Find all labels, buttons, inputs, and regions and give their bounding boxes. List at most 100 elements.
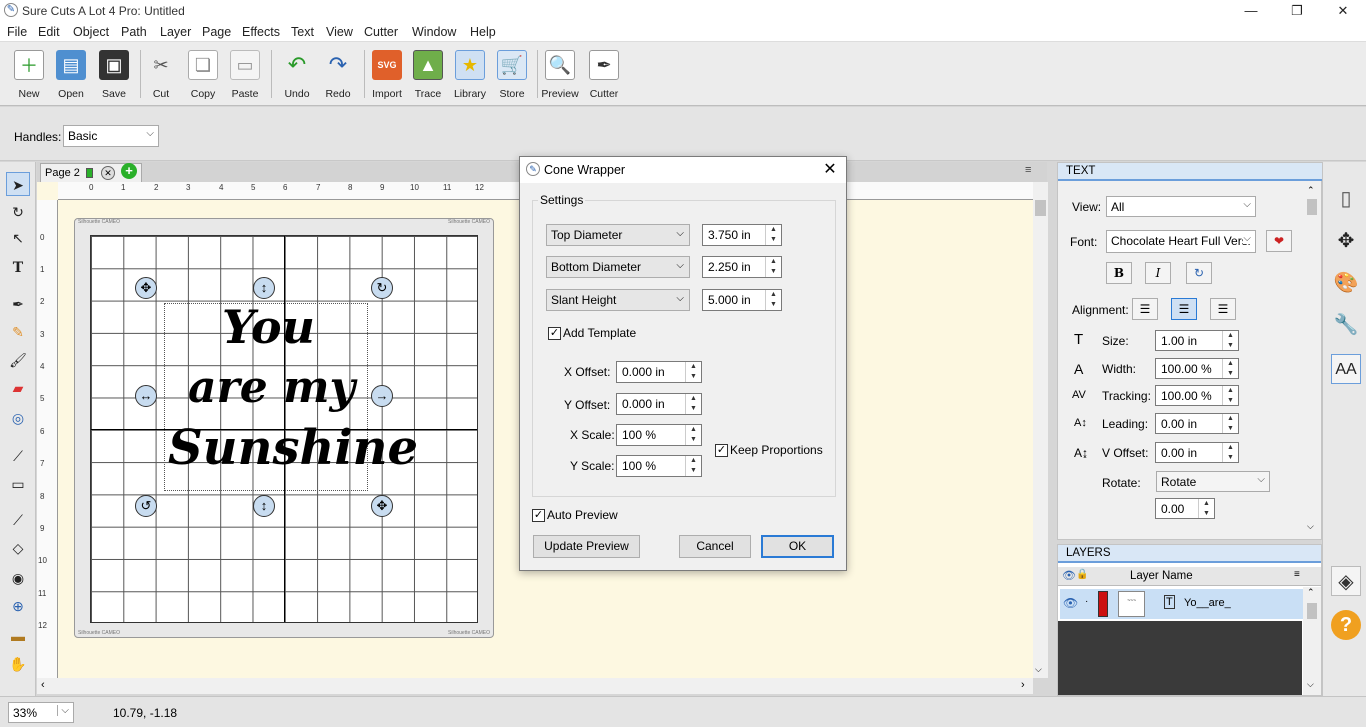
dialog-close-button[interactable]: ✕ [818,159,842,181]
paste-button[interactable]: ▭ Paste [225,50,265,104]
canvas-horizontal-scrollbar[interactable]: ‹ › [37,678,1033,694]
layer-visibility-icon[interactable]: 👁 [1063,596,1078,610]
wrench-icon[interactable]: 🔧 [1331,310,1361,340]
menu-view[interactable]: View [326,25,353,39]
text-panel-icon[interactable]: AA [1331,354,1361,384]
library-button[interactable]: ★ Library [450,50,490,104]
update-preview-button[interactable]: Update Preview [533,535,640,558]
spinner-icon[interactable]: ▲ ▼ [765,290,781,310]
menu-window[interactable]: Window [412,25,456,39]
font-select[interactable]: Chocolate Heart Full Versi ⌵ [1106,230,1256,253]
top-diameter-input[interactable]: 3.750 in ▲ ▼ [702,224,782,246]
select-tool-icon[interactable]: ➤ [6,172,30,196]
favorite-font-button[interactable]: ❤ [1266,230,1292,252]
handles-select[interactable]: Basic ⌵ [63,125,159,147]
refresh-text-button[interactable]: ↻ [1186,262,1212,284]
cut-button[interactable]: ✂ Cut [141,50,181,104]
scale-vertical-handle-icon[interactable]: ↕ [253,495,275,517]
text-panel-scrollbar[interactable]: ⌃ ⌵ [1303,183,1321,537]
view-select[interactable]: All ⌵ [1106,196,1256,217]
align-right-button[interactable]: ☰ [1210,298,1236,320]
new-button[interactable]: ＋ New [9,50,49,104]
menu-effects[interactable]: Effects [242,25,280,39]
preview-button[interactable]: 🔍 Preview [540,50,580,104]
spinner-icon[interactable]: ▲ ▼ [1222,414,1238,433]
close-tab-icon[interactable]: ✕ [101,166,115,180]
leading-input[interactable]: 0.00 in ▲ ▼ [1155,413,1239,434]
menu-edit[interactable]: Edit [38,25,60,39]
polygon-tool-icon[interactable]: ◇ [6,536,30,560]
spinner-icon[interactable]: ▲ ▼ [1222,331,1238,350]
menu-path[interactable]: Path [121,25,147,39]
keep-proportions-checkbox[interactable]: ✓ [715,444,728,457]
zoom-select[interactable]: 33% ⌵ [8,702,74,723]
save-button[interactable]: ▣ Save [94,50,134,104]
menu-file[interactable]: File [7,25,27,39]
scroll-right-icon[interactable]: › [1021,679,1025,691]
bottom-diameter-input[interactable]: 2.250 in ▲ ▼ [702,256,782,278]
italic-button[interactable]: I [1145,262,1171,284]
scroll-thumb[interactable] [1035,200,1046,216]
menu-text[interactable]: Text [291,25,314,39]
tracking-input[interactable]: 100.00 % ▲ ▼ [1155,385,1239,406]
help-icon[interactable]: ? [1331,610,1361,640]
copy-button[interactable]: ❏ Copy [183,50,223,104]
canvas-vertical-scrollbar[interactable]: ⌵ [1033,182,1048,678]
y-scale-input[interactable]: 100 % ▲ ▼ [616,455,702,477]
spinner-icon[interactable]: ▲ ▼ [1222,386,1238,405]
add-template-checkbox[interactable]: ✓ [548,327,561,340]
move-icon[interactable]: ✥ [1331,226,1361,256]
ok-button[interactable]: OK [761,535,834,558]
spinner-icon[interactable]: ▲ ▼ [685,394,701,414]
scroll-down-icon[interactable]: ⌵ [1035,664,1042,675]
knife-tool-icon[interactable]: ⟋ [6,508,30,532]
scroll-up-icon[interactable]: ⌃ [1307,587,1315,598]
shape-tool-icon[interactable]: ◉ [6,566,30,590]
layer-lock-icon[interactable]: · [1085,596,1088,607]
open-button[interactable]: ▤ Open [51,50,91,104]
move-handle-icon[interactable]: ✥ [135,277,157,299]
layers-scrollbar[interactable]: ⌃ ⌵ [1303,587,1321,695]
layers-menu-icon[interactable]: ≡ [1294,569,1300,580]
move-handle-icon[interactable]: ✥ [371,495,393,517]
scroll-left-icon[interactable]: ‹ [41,679,45,691]
spinner-icon[interactable]: ▲ ▼ [1198,499,1214,518]
restore-button[interactable]: ❐ [1274,0,1320,22]
rotate-handle-icon[interactable]: ↻ [371,277,393,299]
v-offset-input[interactable]: 0.00 in ▲ ▼ [1155,442,1239,463]
auto-preview-checkbox[interactable]: ✓ [532,509,545,522]
scale-horizontal-handle-icon[interactable]: ↔ [135,385,157,407]
top-diameter-dropdown[interactable]: Top Diameter ⌵ [546,224,690,246]
align-left-button[interactable]: ☰ [1132,298,1158,320]
node-tool-icon[interactable]: ↖ [6,226,30,250]
trace-button[interactable]: ▲ Trace [408,50,448,104]
spinner-icon[interactable]: ▲ ▼ [685,362,701,382]
rotate-value-input[interactable]: 0.00 ▲ ▼ [1155,498,1215,519]
bottom-diameter-dropdown[interactable]: Bottom Diameter ⌵ [546,256,690,278]
layers-icon[interactable]: ◈ [1331,566,1361,596]
pencil-tool-icon[interactable]: ✎ [6,320,30,344]
hand-tool-icon[interactable]: ✋ [6,652,30,676]
menu-cutter[interactable]: Cutter [364,25,398,39]
scroll-up-icon[interactable]: ⌃ [1307,185,1315,196]
layer-row[interactable]: 👁 · ~~~ T Yo__are_ [1060,589,1304,619]
zoom-tool-icon[interactable]: ⊕ [6,594,30,618]
spinner-icon[interactable]: ▲ ▼ [1222,359,1238,378]
y-offset-input[interactable]: 0.000 in ▲ ▼ [616,393,702,415]
cutter-button[interactable]: ✒ Cutter [584,50,624,104]
x-offset-input[interactable]: 0.000 in ▲ ▼ [616,361,702,383]
store-button[interactable]: 🛒 Store [492,50,532,104]
scroll-down-icon[interactable]: ⌵ [1307,679,1314,690]
x-scale-input[interactable]: 100 % ▲ ▼ [616,424,702,446]
spinner-icon[interactable]: ▲ ▼ [765,257,781,277]
tab-menu-icon[interactable]: ≡ [1025,164,1031,176]
undo-button[interactable]: ↶ Undo [277,50,317,104]
rotate-handle-icon[interactable]: ↺ [135,495,157,517]
align-center-button[interactable]: ☰ [1171,298,1197,320]
redo-button[interactable]: ↷ Redo [318,50,358,104]
slant-height-input[interactable]: 5.000 in ▲ ▼ [702,289,782,311]
pen-tool-icon[interactable]: ✒ [6,292,30,316]
spiral-tool-icon[interactable]: ◎ [6,406,30,430]
bold-button[interactable]: B [1106,262,1132,284]
eyedropper-tool-icon[interactable]: ⟋ [6,444,30,468]
